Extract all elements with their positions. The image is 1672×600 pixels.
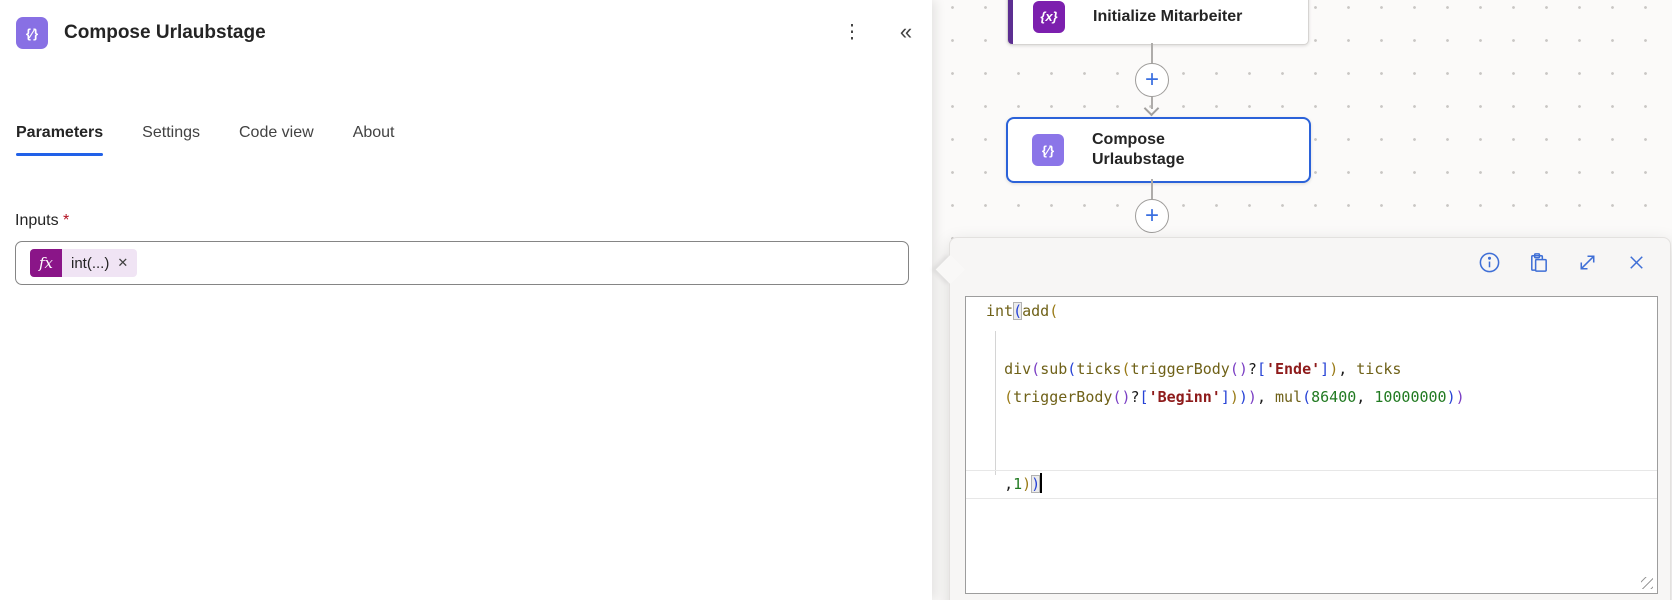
insert-step-button[interactable]: + bbox=[1135, 63, 1169, 97]
code-token: ) bbox=[1031, 474, 1041, 493]
code-line-1[interactable]: int(add( bbox=[966, 297, 1657, 326]
code-token: ] bbox=[1320, 359, 1330, 378]
code-token: 'Ende' bbox=[1265, 359, 1321, 378]
code-token: [ bbox=[1139, 388, 1149, 407]
node-selection-stripe bbox=[1008, 0, 1013, 44]
code-token: ) bbox=[1238, 359, 1248, 378]
expression-editor-flyout: int(add( div(sub(ticks(triggerBody()?['E… bbox=[935, 237, 1671, 600]
inputs-label: Inputs * bbox=[15, 212, 70, 229]
code-token: ? bbox=[1247, 359, 1257, 378]
more-options-icon[interactable]: ⋮ bbox=[840, 20, 864, 46]
code-line-2[interactable] bbox=[966, 326, 1657, 355]
tab-about[interactable]: About bbox=[353, 124, 395, 156]
expand-icon[interactable] bbox=[1576, 251, 1599, 274]
code-token: , bbox=[1338, 359, 1357, 378]
remove-token-icon[interactable]: ✕ bbox=[115, 255, 137, 271]
code-token: ) bbox=[1022, 474, 1032, 493]
code-token: ( bbox=[1229, 359, 1239, 378]
node-initialize-mitarbeiter[interactable]: {x} Initialize Mitarbeiter bbox=[1007, 0, 1309, 45]
tab-code-view[interactable]: Code view bbox=[239, 124, 314, 156]
code-token: ) bbox=[1229, 388, 1239, 407]
required-asterisk: * bbox=[63, 212, 70, 229]
node-compose-urlaubstage[interactable]: {∕} Compose Urlaubstage bbox=[1006, 117, 1311, 183]
panel-title: Compose Urlaubstage bbox=[64, 22, 266, 43]
info-icon[interactable] bbox=[1478, 251, 1501, 274]
code-token: 1 bbox=[1013, 474, 1023, 493]
code-token: ] bbox=[1220, 388, 1230, 407]
code-line-5[interactable] bbox=[966, 412, 1657, 441]
code-token: ( bbox=[1031, 359, 1041, 378]
copy-icon[interactable] bbox=[1527, 251, 1550, 274]
code-token: , bbox=[1004, 474, 1014, 493]
code-token: ( bbox=[1049, 302, 1059, 320]
expression-input[interactable]: int(add( div(sub(ticks(triggerBody()?['E… bbox=[965, 296, 1658, 594]
fx-icon: fx bbox=[30, 249, 62, 277]
connector-line bbox=[1151, 179, 1153, 199]
power-automate-designer: {x} Initialize Mitarbeiter + {∕} Compose… bbox=[0, 0, 1672, 600]
code-token: ) bbox=[1446, 388, 1456, 407]
code-token: 'Beginn' bbox=[1148, 388, 1221, 407]
close-icon[interactable] bbox=[1625, 251, 1648, 274]
connector-arrowhead bbox=[1143, 100, 1160, 117]
code-token: mul bbox=[1275, 388, 1303, 407]
action-details-panel: {∕} Compose Urlaubstage ⋮ « Parameters Se… bbox=[0, 0, 932, 600]
code-token: triggerBody bbox=[1130, 359, 1230, 378]
code-line-6[interactable] bbox=[966, 441, 1657, 470]
text-cursor bbox=[1040, 472, 1043, 493]
tab-bar: Parameters Settings Code view About bbox=[16, 124, 434, 156]
code-line-4[interactable]: (triggerBody()?['Beginn']))), mul(86400,… bbox=[966, 383, 1657, 412]
collapse-panel-icon[interactable]: « bbox=[892, 18, 920, 46]
code-token: , bbox=[1256, 388, 1275, 407]
code-token: ) bbox=[1329, 359, 1339, 378]
code-token: 10000000 bbox=[1374, 388, 1447, 407]
code-token: sub bbox=[1040, 359, 1068, 378]
code-token: [ bbox=[1256, 359, 1266, 378]
code-token: div bbox=[1004, 359, 1032, 378]
initialize-variable-icon: {x} bbox=[1033, 0, 1065, 33]
resize-handle-icon[interactable] bbox=[1641, 577, 1653, 589]
code-line-3[interactable]: div(sub(ticks(triggerBody()?['Ende']), t… bbox=[966, 355, 1657, 384]
node-title: Initialize Mitarbeiter bbox=[1093, 7, 1243, 25]
code-token: ) bbox=[1238, 388, 1248, 407]
inputs-field[interactable]: fx int(...) ✕ bbox=[15, 241, 909, 285]
code-token: ( bbox=[1004, 388, 1014, 407]
code-token: ticks bbox=[1076, 359, 1122, 378]
node-title: Compose Urlaubstage bbox=[1092, 131, 1185, 168]
connector-line bbox=[1151, 43, 1153, 63]
code-token: ( bbox=[1067, 359, 1077, 378]
code-line-7[interactable]: ,1)) bbox=[966, 469, 1657, 499]
insert-step-button[interactable]: + bbox=[1135, 199, 1169, 233]
code-token: ) bbox=[1121, 388, 1131, 407]
expression-toolbar bbox=[1452, 251, 1648, 274]
code-token: 86400 bbox=[1311, 388, 1357, 407]
code-token: int bbox=[986, 302, 1014, 320]
code-token: , bbox=[1356, 388, 1375, 407]
code-token: ( bbox=[1302, 388, 1312, 407]
code-token: ) bbox=[1455, 388, 1465, 407]
compose-icon: {∕} bbox=[1032, 134, 1064, 166]
expression-token[interactable]: fx int(...) ✕ bbox=[30, 249, 138, 277]
code-token: ( bbox=[1013, 302, 1023, 320]
tab-settings[interactable]: Settings bbox=[142, 124, 200, 156]
tab-parameters[interactable]: Parameters bbox=[16, 124, 104, 156]
code-token: ? bbox=[1130, 388, 1140, 407]
panel-header: {∕} Compose Urlaubstage bbox=[16, 17, 266, 49]
expression-token-label: int(...) bbox=[71, 254, 110, 272]
code-token: triggerBody bbox=[1013, 388, 1113, 407]
code-token: ) bbox=[1247, 388, 1257, 407]
code-token: ( bbox=[1121, 359, 1131, 378]
code-token: ticks bbox=[1356, 359, 1402, 378]
compose-icon: {∕} bbox=[16, 17, 48, 49]
code-token: add bbox=[1022, 302, 1050, 320]
